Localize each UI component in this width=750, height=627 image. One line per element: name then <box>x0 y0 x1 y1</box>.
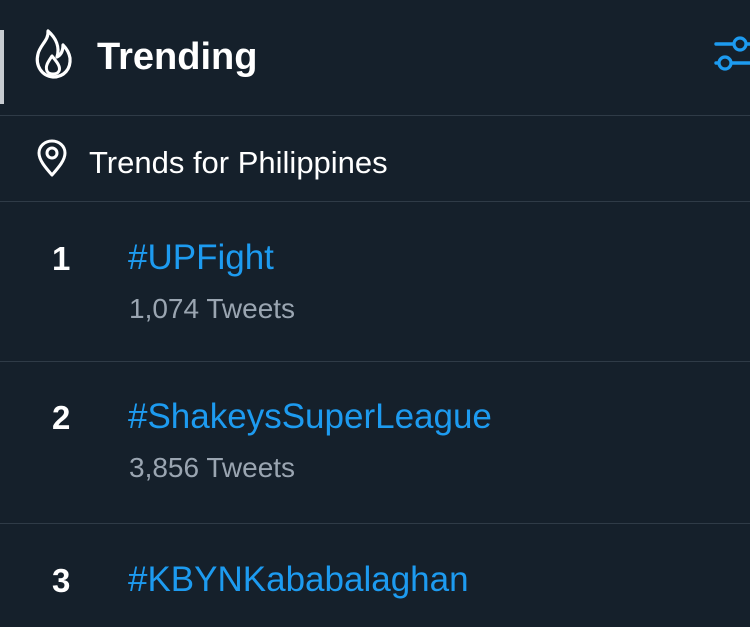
location-pin-icon <box>34 138 70 178</box>
trend-item[interactable]: 1 #UPFight 1,074 Tweets <box>0 202 750 362</box>
trend-item[interactable]: 2 #ShakeysSuperLeague 3,856 Tweets <box>0 362 750 524</box>
trend-item[interactable]: 3 #KBYNKababalaghan <box>0 524 750 627</box>
trend-hashtag-link[interactable]: #KBYNKababalaghan <box>128 559 469 601</box>
trend-tweet-count: 1,074 Tweets <box>129 293 296 324</box>
trend-tweet-count: 3,856 Tweets <box>129 452 296 483</box>
trend-rank: 1 <box>52 240 71 277</box>
trend-rank: 2 <box>52 399 71 436</box>
location-row[interactable]: Trends for Philippines <box>0 116 750 202</box>
trend-hashtag-link[interactable]: #ShakeysSuperLeague <box>128 396 492 438</box>
location-label: Trends for Philippines <box>89 145 388 180</box>
trending-panel: Trending Trends for Philippines 1 #UPFig… <box>0 0 750 627</box>
flame-icon <box>30 28 76 80</box>
page-title: Trending <box>97 36 258 78</box>
trend-rank: 3 <box>52 562 71 599</box>
settings-sliders-icon[interactable] <box>712 30 750 78</box>
trending-header: Trending <box>0 0 750 116</box>
trend-hashtag-link[interactable]: #UPFight <box>128 237 274 279</box>
